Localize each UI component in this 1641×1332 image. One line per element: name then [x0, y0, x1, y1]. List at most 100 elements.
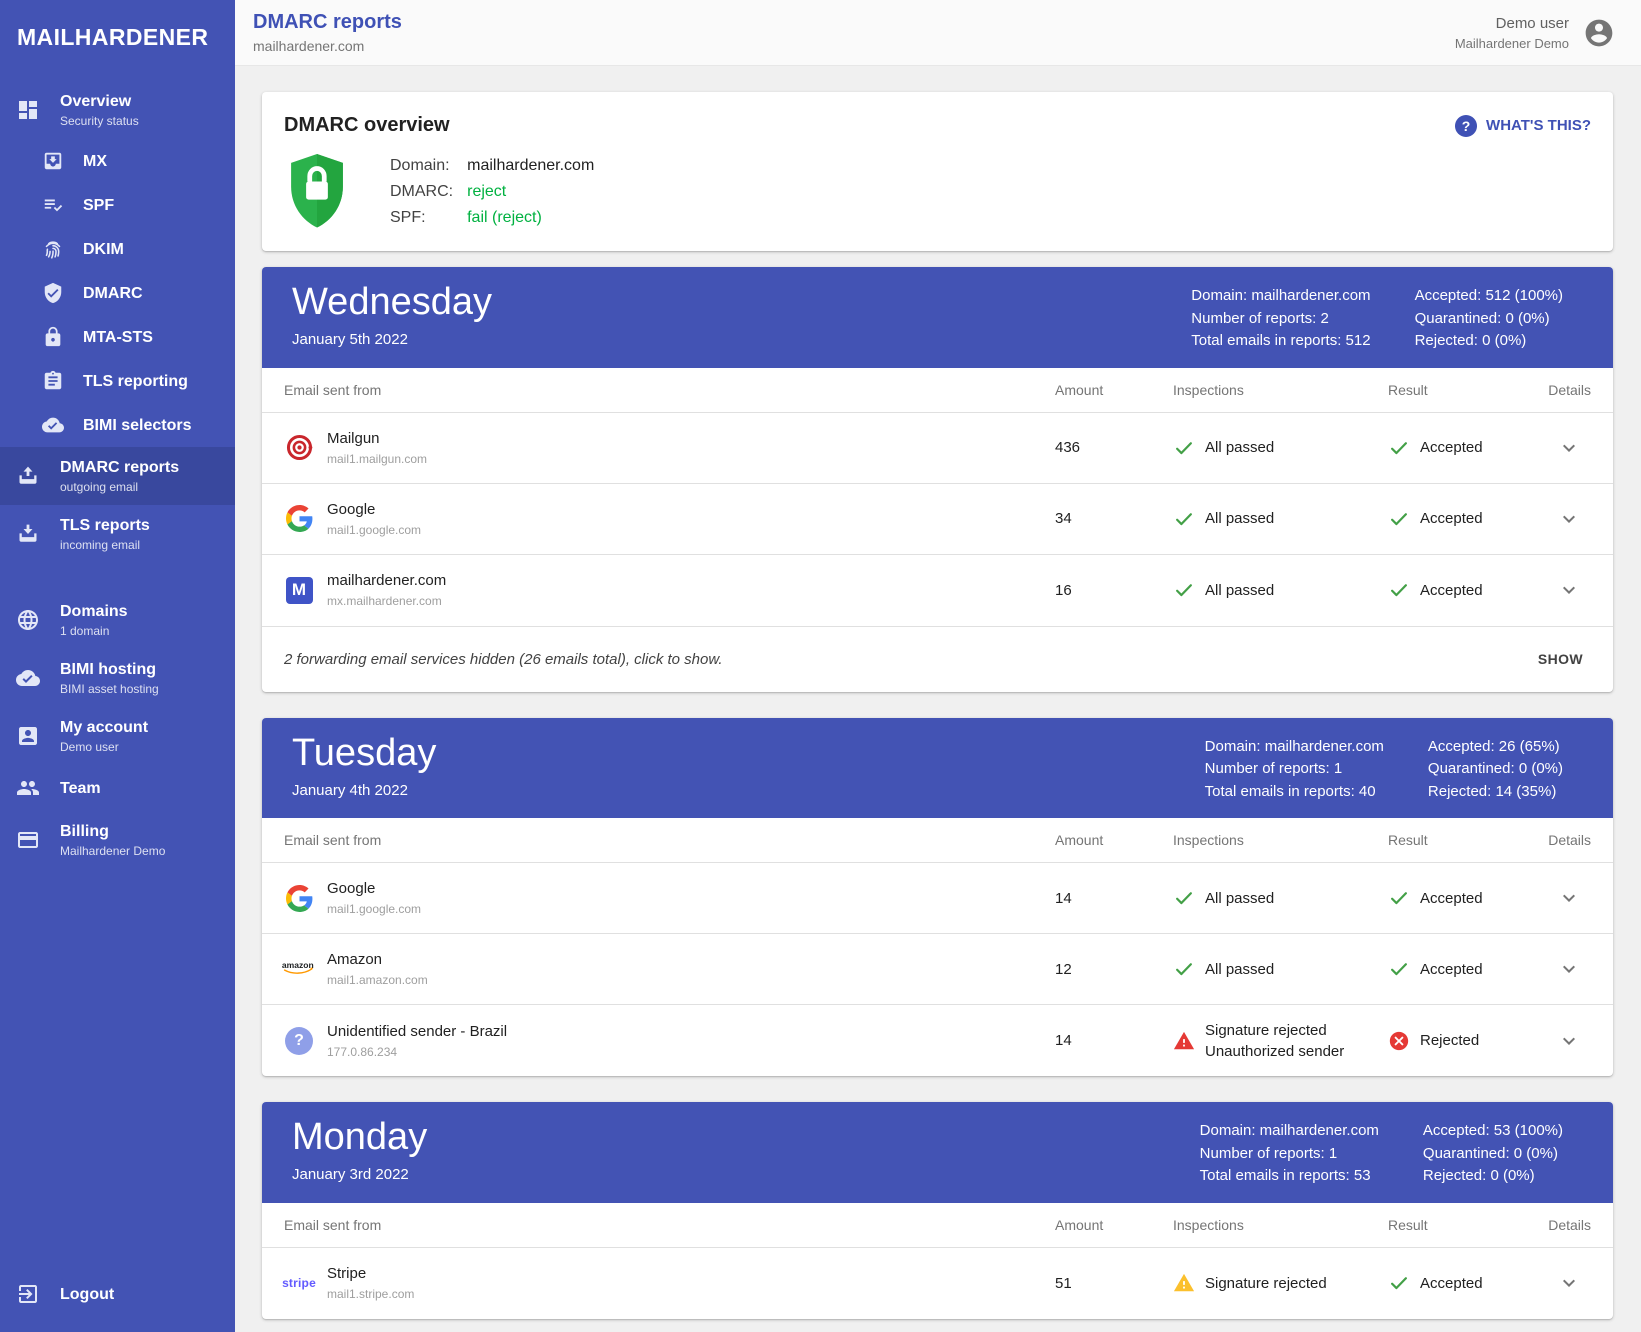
- sidebar-item-text: TLS reporting: [83, 372, 188, 391]
- result-text: Accepted: [1420, 510, 1483, 527]
- sender-domain: mx.mailhardener.com: [327, 594, 446, 608]
- inspections-cell: All passed: [1173, 958, 1388, 980]
- sidebar-item-tls-reports[interactable]: TLS reportsincoming email: [0, 505, 235, 563]
- inspection-line: All passed: [1205, 959, 1274, 980]
- inspection-lines: Signature rejectedUnauthorized sender: [1205, 1020, 1344, 1062]
- overview-row-value: reject: [467, 183, 594, 201]
- sidebar-item-mta-sts[interactable]: MTA-STS: [0, 315, 235, 359]
- logout-label: Logout: [60, 1285, 114, 1304]
- inbox-square-icon: [42, 150, 64, 172]
- chevron-down-icon[interactable]: [1557, 1271, 1581, 1295]
- inspection-line: All passed: [1205, 508, 1274, 529]
- hidden-services-footer[interactable]: 2 forwarding email services hidden (26 e…: [262, 626, 1613, 692]
- sidebar-item-bimi-selectors[interactable]: BIMI selectors: [0, 403, 235, 447]
- col-amount: Amount: [1055, 1217, 1173, 1233]
- chevron-down-icon[interactable]: [1557, 886, 1581, 910]
- chevron-down-icon[interactable]: [1557, 507, 1581, 531]
- details-cell: [1547, 957, 1591, 981]
- cancel-icon: [1388, 1030, 1410, 1052]
- inspection-lines: Signature rejected: [1205, 1273, 1327, 1294]
- sidebar-item-text: My accountDemo user: [60, 718, 148, 754]
- sender-logo: [284, 885, 314, 912]
- details-cell: [1547, 1271, 1591, 1295]
- user-menu[interactable]: Demo user Mailhardener Demo: [1455, 15, 1615, 51]
- sidebar-item-overview[interactable]: OverviewSecurity status: [0, 81, 235, 139]
- chevron-down-icon[interactable]: [1557, 1029, 1581, 1053]
- help-icon: ?: [1455, 115, 1477, 137]
- credit-card-icon: [16, 828, 40, 852]
- amount-value: 51: [1055, 1275, 1173, 1292]
- table-header-row: Email sent fromAmountInspectionsResultDe…: [262, 368, 1613, 413]
- stat-line: Accepted: 53 (100%): [1423, 1120, 1563, 1143]
- sidebar-item-my-account[interactable]: My accountDemo user: [0, 707, 235, 765]
- user-org: Mailhardener Demo: [1455, 36, 1569, 51]
- sidebar-item-team[interactable]: Team: [0, 765, 235, 811]
- page-title: DMARC reports: [253, 11, 402, 34]
- day-stats-left: Domain: mailhardener.comNumber of report…: [1191, 285, 1370, 353]
- inspection-line: Signature rejected: [1205, 1020, 1344, 1041]
- result-text: Rejected: [1420, 1032, 1479, 1049]
- inbox-icon: [16, 522, 40, 546]
- check-icon: [1388, 887, 1410, 909]
- sender-domain: 177.0.86.234: [327, 1045, 507, 1059]
- stat-line: Total emails in reports: 53: [1200, 1165, 1379, 1188]
- sidebar-item-dmarc-reports[interactable]: DMARC reportsoutgoing email: [0, 447, 235, 505]
- check-icon: [1173, 508, 1195, 530]
- sender-logo: [284, 505, 314, 532]
- stat-line: Number of reports: 1: [1200, 1143, 1379, 1166]
- overview-row-label: Domain:: [390, 157, 453, 175]
- chevron-down-icon[interactable]: [1557, 957, 1581, 981]
- sender-cell: Googlemail1.google.com: [284, 501, 1055, 537]
- day-title-block: MondayJanuary 3rd 2022: [292, 1115, 427, 1188]
- sidebar-item-label: Billing: [60, 822, 165, 841]
- inspection-lines: All passed: [1205, 959, 1274, 980]
- sidebar-item-tls-reporting[interactable]: TLS reporting: [0, 359, 235, 403]
- sidebar-item-sublabel: incoming email: [60, 538, 150, 552]
- whats-this-link[interactable]: ? WHAT'S THIS?: [1455, 115, 1591, 137]
- overview-row-value: mailhardener.com: [467, 157, 594, 175]
- sender-domain: mail1.google.com: [327, 523, 421, 537]
- sidebar-item-logout[interactable]: Logout: [0, 1268, 235, 1332]
- app-logo: MAILHARDENER: [0, 0, 235, 51]
- check-icon: [1173, 579, 1195, 601]
- show-button[interactable]: SHOW: [1538, 651, 1583, 667]
- sender-text: Unidentified sender - Brazil177.0.86.234: [327, 1023, 507, 1059]
- col-email-sent-from: Email sent from: [284, 832, 1055, 848]
- chevron-down-icon[interactable]: [1557, 578, 1581, 602]
- sidebar-item-sublabel: Mailhardener Demo: [60, 844, 165, 858]
- details-cell: [1547, 1029, 1591, 1053]
- sidebar-item-text: Billing Mailhardener Demo: [60, 822, 165, 858]
- check-icon: [1388, 579, 1410, 601]
- sidebar-item-bimi-hosting[interactable]: BIMI hostingBIMI asset hosting: [0, 649, 235, 707]
- result-cell: Accepted: [1388, 887, 1547, 909]
- amazon-logo: amazon: [281, 956, 317, 983]
- shield-check-icon: [42, 282, 64, 304]
- result-text: Accepted: [1420, 439, 1483, 456]
- check-icon: [1173, 958, 1195, 980]
- result-cell: Accepted: [1388, 579, 1547, 601]
- sidebar-item-mx[interactable]: MX: [0, 139, 235, 183]
- stat-line: Accepted: 26 (65%): [1428, 736, 1563, 759]
- warning-icon: [1173, 1272, 1195, 1294]
- stat-line: Number of reports: 2: [1191, 308, 1370, 331]
- chevron-down-icon[interactable]: [1557, 436, 1581, 460]
- sidebar-item-billing[interactable]: Billing Mailhardener Demo: [0, 811, 235, 869]
- warning-icon: [1173, 1030, 1195, 1052]
- table-row: Googlemail1.google.com14All passedAccept…: [262, 863, 1613, 934]
- sidebar-item-spf[interactable]: SPF: [0, 183, 235, 227]
- sidebar-item-domains[interactable]: Domains1 domain: [0, 591, 235, 649]
- sidebar-item-sublabel: Security status: [60, 114, 139, 128]
- day-date: January 3rd 2022: [292, 1166, 427, 1183]
- google-logo: [286, 885, 313, 912]
- check-icon: [1388, 508, 1410, 530]
- day-stats-left: Domain: mailhardener.comNumber of report…: [1205, 736, 1384, 804]
- result-text: Accepted: [1420, 582, 1483, 599]
- sidebar-item-label: My account: [60, 718, 148, 737]
- sidebar-item-dmarc[interactable]: DMARC: [0, 271, 235, 315]
- sidebar-item-dkim[interactable]: DKIM: [0, 227, 235, 271]
- sidebar-item-label: BIMI hosting: [60, 660, 159, 679]
- stat-line: Domain: mailhardener.com: [1205, 736, 1384, 759]
- sidebar-item-text: DMARC: [83, 284, 143, 303]
- inspection-line: Unauthorized sender: [1205, 1041, 1344, 1062]
- nav-divider-gap: [0, 563, 235, 591]
